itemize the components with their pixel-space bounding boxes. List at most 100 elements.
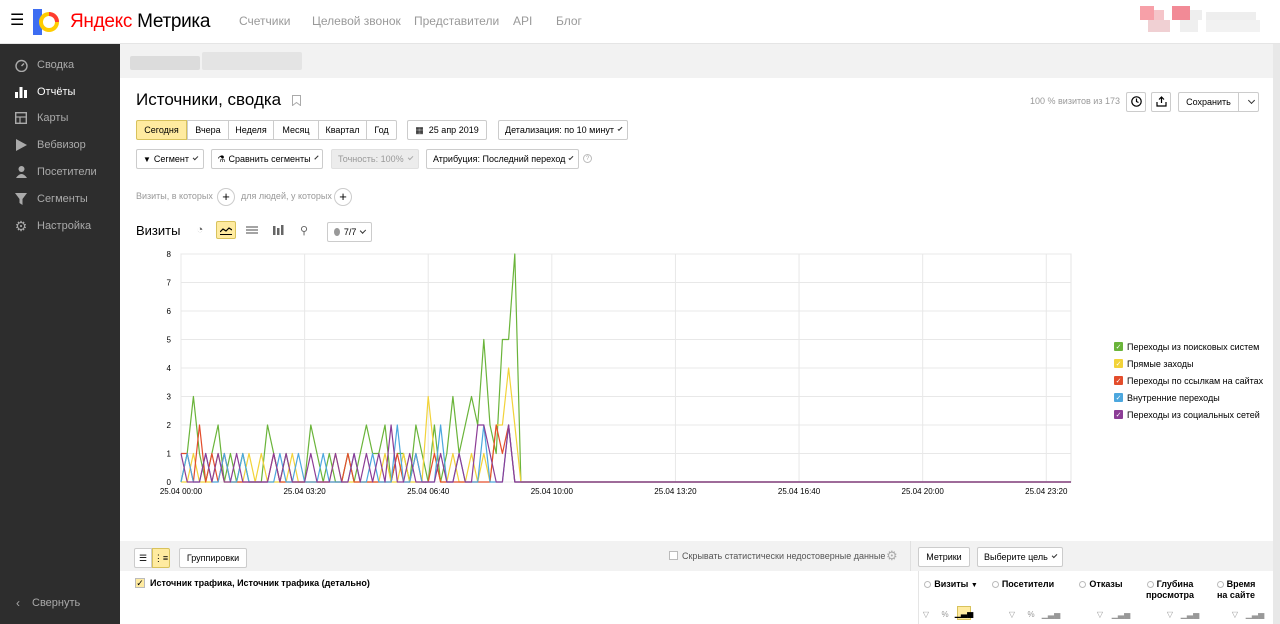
nav-counters[interactable]: Счетчики — [239, 14, 290, 28]
bar-chart-icon — [14, 85, 28, 99]
column-visitors-label: Посетители — [1001, 579, 1055, 589]
column-bounces[interactable]: Отказы — [1076, 579, 1126, 590]
bar-chart-icon[interactable]: ▁▃▅ — [1181, 607, 1199, 621]
export-button[interactable] — [1151, 92, 1171, 112]
period-week-button[interactable]: Неделя — [228, 120, 274, 140]
nav-api[interactable]: API — [513, 14, 532, 28]
filter-icon[interactable]: ▽ — [919, 607, 933, 621]
chevron-down-icon — [568, 155, 574, 160]
legend-checkbox-icon[interactable]: ✓ — [1114, 410, 1123, 419]
compare-label: Сравнить сегменты — [228, 154, 311, 164]
period-quarter-button[interactable]: Квартал — [318, 120, 367, 140]
map-pin-icon[interactable]: ⚲ — [294, 221, 314, 239]
map-icon — [14, 111, 28, 125]
legend-item[interactable]: ✓ Переходы по ссылкам на сайтах — [1114, 372, 1263, 389]
clock-icon — [1130, 95, 1142, 109]
sidebar-item-webvisor[interactable]: Вебвизор — [14, 135, 114, 155]
bar-chart-icon[interactable]: ▁▃▅ — [955, 606, 973, 620]
chevron-left-icon: ‹ — [16, 596, 20, 610]
segment-label: Сегмент — [153, 154, 189, 164]
bookmark-icon[interactable] — [291, 91, 301, 111]
legend-item[interactable]: ✓ Переходы из поисковых систем — [1114, 338, 1263, 355]
filter-people-label: для людей, у которых — [241, 191, 332, 201]
sidebar-item-summary[interactable]: Сводка — [14, 55, 114, 75]
groupings-button[interactable]: Группировки — [179, 548, 247, 568]
column-time[interactable]: Время на сайте — [1214, 579, 1258, 601]
compare-segments-button[interactable]: ⚗ Сравнить сегменты — [211, 149, 323, 169]
sidebar-item-visitors[interactable]: Посетители — [14, 162, 114, 182]
column-visits[interactable]: Визиты ▼ — [922, 579, 980, 591]
sidebar-item-reports[interactable]: Отчёты — [14, 82, 114, 102]
filter-icon[interactable]: ▽ — [1093, 607, 1107, 621]
period-today-button[interactable]: Сегодня — [136, 120, 187, 140]
sidebar-item-label: Посетители — [37, 166, 97, 178]
choose-goal-select[interactable]: Выберите цель — [977, 547, 1063, 567]
filter-icon[interactable]: ▽ — [1005, 607, 1019, 621]
date-picker-button[interactable]: ▦ 25 апр 2019 — [407, 120, 487, 140]
nav-representatives[interactable]: Представители — [414, 14, 499, 28]
help-icon[interactable]: ? — [583, 154, 592, 163]
sidebar-item-maps[interactable]: Карты — [14, 108, 114, 128]
user-icon — [14, 165, 28, 179]
list-icon: ☰ — [138, 552, 148, 563]
period-month-button[interactable]: Месяц — [273, 120, 319, 140]
legend-item[interactable]: ✓ Внутренние переходы — [1114, 389, 1263, 406]
line-chart-icon[interactable] — [216, 221, 236, 239]
x-tick-label: 25.04 13:20 — [654, 487, 697, 496]
gear-icon[interactable]: ⚙ — [886, 548, 898, 564]
brand-suffix: Метрика — [132, 11, 211, 32]
sidebar-item-segments[interactable]: Сегменты — [14, 189, 114, 209]
series-select[interactable]: 7/7 — [327, 222, 372, 242]
counter-subheader — [120, 44, 1273, 78]
user-account-avatar[interactable] — [1140, 6, 1262, 34]
toolbar-divider — [910, 541, 911, 571]
area-chart-icon[interactable] — [242, 221, 262, 239]
list-view-button[interactable]: ☰ — [134, 548, 152, 568]
column-depth[interactable]: Глубина просмотра — [1144, 579, 1196, 601]
legend-checkbox-icon[interactable]: ✓ — [1114, 376, 1123, 385]
filter-icon[interactable]: ▽ — [1228, 607, 1242, 621]
y-tick-label: 0 — [167, 478, 172, 487]
legend-item[interactable]: ✓ Переходы из социальных сетей — [1114, 406, 1263, 423]
x-tick-label: 25.04 03:20 — [283, 487, 326, 496]
metrika-logo-icon[interactable] — [33, 9, 59, 35]
legend-checkbox-icon[interactable]: ✓ — [1114, 342, 1123, 351]
sidebar-collapse-button[interactable]: ‹ Свернуть — [16, 596, 80, 610]
detail-select[interactable]: Детализация: по 10 минут — [498, 120, 628, 140]
dimension-checkbox[interactable]: ✓ — [135, 578, 145, 588]
filter-icon[interactable]: ▽ — [1163, 607, 1177, 621]
period-yesterday-button[interactable]: Вчера — [187, 120, 229, 140]
y-tick-label: 4 — [167, 364, 172, 373]
save-options-button[interactable] — [1238, 92, 1259, 112]
legend-label: Переходы по ссылкам на сайтах — [1127, 375, 1264, 386]
legend-checkbox-icon[interactable]: ✓ — [1114, 359, 1123, 368]
bar-chart-icon[interactable]: ▁▃▅ — [1112, 607, 1130, 621]
sidebar-item-label: Отчёты — [37, 86, 76, 98]
nav-blog[interactable]: Блог — [556, 14, 582, 28]
tree-view-button[interactable]: ⋮≡ — [152, 548, 170, 568]
brand-name[interactable]: Яндекс Метрика — [70, 11, 210, 33]
bar-chart-icon[interactable]: ▁▃▅ — [1042, 607, 1060, 621]
legend-item[interactable]: ✓ Прямые заходы — [1114, 355, 1263, 372]
metrics-button[interactable]: Метрики — [918, 547, 970, 567]
sidebar-item-settings[interactable]: ⚙ Настройка — [14, 216, 114, 236]
add-people-filter-button[interactable]: + — [334, 188, 352, 206]
pie-chart-icon[interactable]: ◔ — [190, 221, 210, 239]
save-button[interactable]: Сохранить — [1178, 92, 1238, 112]
bar-chart-icon[interactable]: ▁▃▅ — [1246, 607, 1264, 621]
percent-icon[interactable]: % — [1024, 607, 1038, 621]
hamburger-menu-icon[interactable]: ☰ — [10, 13, 24, 29]
segment-button[interactable]: ▼ Сегмент — [136, 149, 204, 169]
column-visits-label: Визиты — [934, 579, 969, 589]
column-chart-icon[interactable] — [268, 221, 288, 239]
page-scrollbar[interactable] — [1273, 44, 1280, 624]
legend-checkbox-icon[interactable]: ✓ — [1114, 393, 1123, 402]
nav-target-call[interactable]: Целевой звонок — [312, 14, 401, 28]
hide-unreliable-checkbox[interactable] — [669, 551, 678, 560]
percent-icon[interactable]: % — [938, 607, 952, 621]
period-year-button[interactable]: Год — [366, 120, 397, 140]
attribution-select[interactable]: Атрибуция: Последний переход — [426, 149, 579, 169]
column-visitors[interactable]: Посетители — [990, 579, 1056, 590]
add-visit-filter-button[interactable]: + — [217, 188, 235, 206]
history-button[interactable] — [1126, 92, 1146, 112]
